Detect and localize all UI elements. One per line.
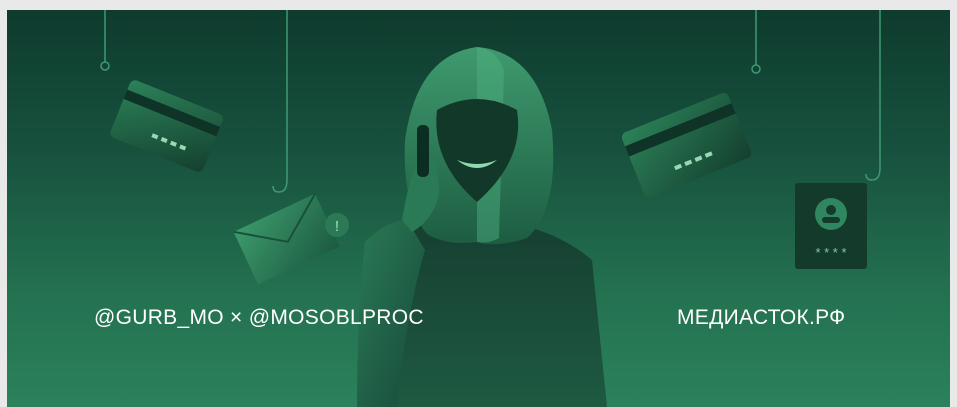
hacker-phishing-illustration: ! * * * * [100,10,881,407]
phone-icon [417,125,429,177]
id-card-icon: * * * * [795,183,867,269]
envelope-icon [233,193,340,285]
svg-text:!: ! [335,218,339,235]
social-handles-caption: @GURB_MO × @MOSOBLPROC [94,306,424,329]
credit-card-left-icon [110,80,223,172]
svg-text:* * * *: * * * * [815,245,846,260]
credit-card-right-icon [621,93,752,198]
banner-illustration: ! * * * * @GURB_MO × @MOSOBLPROC МЕДИАСТ… [7,10,950,407]
website-caption: МЕДИАСТОК.РФ [677,306,846,329]
